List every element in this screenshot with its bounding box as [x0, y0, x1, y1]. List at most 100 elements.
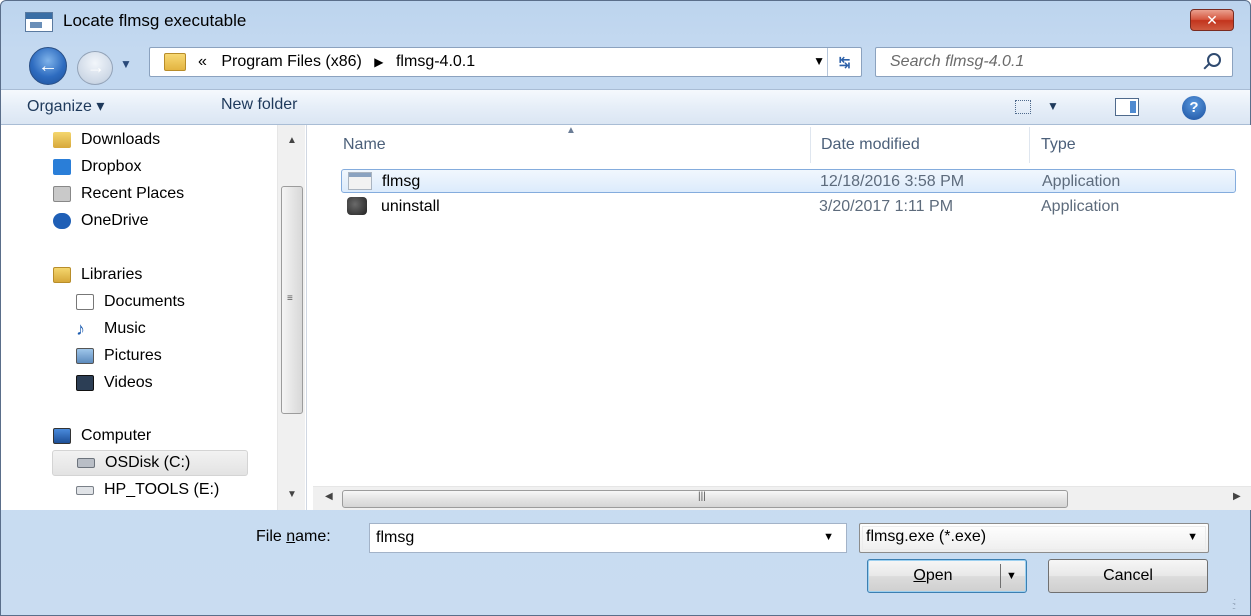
- sidebar-item-pictures[interactable]: Pictures: [76, 343, 162, 369]
- libraries-icon: [53, 267, 71, 283]
- refresh-icon: ↹: [838, 54, 851, 70]
- videos-icon: [76, 375, 94, 391]
- music-icon: ♪: [76, 319, 85, 339]
- file-date-modified: 3/20/2017 1:11 PM: [819, 198, 954, 215]
- view-dropdown[interactable]: ▼: [1047, 99, 1059, 113]
- forward-button[interactable]: →: [77, 51, 113, 85]
- sidebar-item-label: Pictures: [104, 347, 162, 364]
- sidebar-item-osdisk[interactable]: OSDisk (C:): [52, 450, 248, 476]
- preview-pane-icon[interactable]: [1115, 98, 1139, 116]
- sidebar-item-computer[interactable]: Computer: [53, 423, 151, 449]
- file-name: flmsg: [382, 173, 421, 190]
- file-name-label-text: ame:: [295, 528, 331, 545]
- resize-grip-icon[interactable]: .:.:: [1232, 597, 1244, 611]
- refresh-button[interactable]: ↹: [827, 48, 861, 76]
- column-divider[interactable]: [1029, 127, 1030, 163]
- grip-icon: |||: [698, 491, 706, 502]
- sidebar-item-label: Documents: [104, 293, 185, 310]
- sidebar-item-label: Recent Places: [81, 185, 185, 202]
- sidebar-item-libraries[interactable]: Libraries: [53, 262, 142, 288]
- cancel-button[interactable]: Cancel: [1048, 559, 1208, 593]
- recent-locations-dropdown[interactable]: ▼: [120, 57, 132, 71]
- scroll-thumb[interactable]: |||: [342, 490, 1068, 508]
- navigation-pane: Downloads Dropbox Recent Places OneDrive…: [1, 125, 307, 510]
- address-dropdown[interactable]: ▼: [813, 54, 825, 68]
- file-type-filter[interactable]: flmsg.exe (*.exe) ▼: [859, 523, 1209, 553]
- breadcrumb-program-files[interactable]: Program Files (x86): [221, 53, 361, 70]
- documents-icon: [76, 294, 94, 310]
- downloads-icon: [53, 132, 71, 148]
- open-button[interactable]: Open ▼: [867, 559, 1027, 593]
- file-name-combobox[interactable]: ▼: [369, 523, 847, 553]
- breadcrumb-overflow[interactable]: «: [198, 53, 207, 70]
- scroll-left-icon[interactable]: ◀: [325, 491, 333, 502]
- navigation-scrollbar[interactable]: ▲ ≡ ▼: [277, 125, 305, 510]
- breadcrumb-separator-icon[interactable]: ▶: [374, 55, 383, 69]
- column-header-name[interactable]: Name: [343, 125, 386, 165]
- file-open-dialog: Locate flmsg executable ✕ ← → ▼ « Progra…: [0, 0, 1251, 616]
- window-title: Locate flmsg executable: [63, 11, 247, 30]
- sort-ascending-icon: ▲: [566, 125, 576, 136]
- folder-icon: [164, 53, 186, 71]
- file-date-modified: 12/18/2016 3:58 PM: [820, 173, 965, 190]
- search-box[interactable]: [875, 47, 1233, 77]
- pictures-icon: [76, 348, 94, 364]
- open-options-dropdown-icon[interactable]: ▼: [1006, 560, 1017, 592]
- sidebar-item-onedrive[interactable]: OneDrive: [53, 208, 149, 234]
- open-accelerator: O: [913, 567, 926, 584]
- scroll-right-icon[interactable]: ▶: [1233, 491, 1241, 502]
- onedrive-icon: [53, 213, 71, 229]
- search-input[interactable]: [890, 51, 1190, 73]
- file-list: ▲ Name Date modified Type flmsg 12/18/20…: [313, 125, 1251, 510]
- computer-icon: [53, 428, 71, 444]
- file-name-label: File name:: [256, 528, 331, 546]
- title-bar: Locate flmsg executable ✕: [1, 1, 1250, 45]
- toolbar: Organize ▾ New folder ▼ ?: [1, 89, 1250, 125]
- split-divider: [1000, 564, 1001, 588]
- back-button[interactable]: ←: [29, 47, 67, 85]
- sidebar-item-label: OneDrive: [81, 212, 149, 229]
- breadcrumb-flmsg-folder[interactable]: flmsg-4.0.1: [396, 53, 475, 70]
- file-name-label-text: File: [256, 528, 287, 545]
- file-list-scrollbar[interactable]: ◀ ||| ▶: [313, 486, 1251, 510]
- sidebar-item-downloads[interactable]: Downloads: [53, 127, 160, 153]
- view-options-icon[interactable]: [1015, 100, 1031, 114]
- sidebar-item-recent-places[interactable]: Recent Places: [53, 181, 184, 207]
- sidebar-item-documents[interactable]: Documents: [76, 289, 185, 315]
- open-button-label: Open: [868, 560, 998, 592]
- scroll-thumb[interactable]: ≡: [281, 186, 303, 414]
- address-bar[interactable]: « Program Files (x86) ▶ flmsg-4.0.1 ▼ ↹: [149, 47, 862, 77]
- close-button[interactable]: ✕: [1190, 9, 1234, 31]
- forward-arrow-icon: →: [87, 57, 105, 77]
- scroll-down-icon[interactable]: ▼: [287, 489, 297, 500]
- sidebar-item-videos[interactable]: Videos: [76, 370, 153, 396]
- scroll-up-icon[interactable]: ▲: [287, 135, 297, 146]
- dialog-body: Downloads Dropbox Recent Places OneDrive…: [1, 125, 1251, 510]
- column-divider[interactable]: [810, 127, 811, 163]
- sidebar-item-label: Downloads: [81, 131, 161, 148]
- organize-button[interactable]: Organize ▾: [27, 96, 104, 116]
- sidebar-item-label: Music: [104, 320, 146, 337]
- table-row[interactable]: flmsg 12/18/2016 3:58 PM Application: [341, 169, 1236, 193]
- uninstall-icon: [347, 197, 367, 215]
- file-name-dropdown-icon[interactable]: ▼: [823, 531, 834, 543]
- sidebar-item-label: Computer: [81, 427, 152, 444]
- application-icon: [348, 172, 372, 190]
- file-name-field[interactable]: [376, 528, 796, 548]
- open-label-text: pen: [925, 567, 953, 584]
- column-header-date-modified[interactable]: Date modified: [821, 125, 920, 165]
- disk-icon: [77, 458, 95, 468]
- table-row[interactable]: uninstall 3/20/2017 1:11 PM Application: [341, 195, 1236, 219]
- file-type: Application: [1042, 173, 1121, 190]
- search-icon[interactable]: [1207, 53, 1221, 67]
- help-icon[interactable]: ?: [1182, 96, 1206, 120]
- new-folder-button[interactable]: New folder: [221, 96, 297, 114]
- filter-dropdown-icon[interactable]: ▼: [1187, 531, 1198, 543]
- sidebar-item-music[interactable]: ♪ Music: [76, 316, 146, 342]
- grip-icon: ≡: [287, 293, 293, 304]
- sidebar-item-hp-tools[interactable]: HP_TOOLS (E:): [76, 477, 219, 503]
- drive-icon: [76, 485, 94, 495]
- column-header-type[interactable]: Type: [1041, 125, 1076, 165]
- sidebar-item-label: HP_TOOLS (E:): [104, 481, 220, 498]
- sidebar-item-dropbox[interactable]: Dropbox: [53, 154, 141, 180]
